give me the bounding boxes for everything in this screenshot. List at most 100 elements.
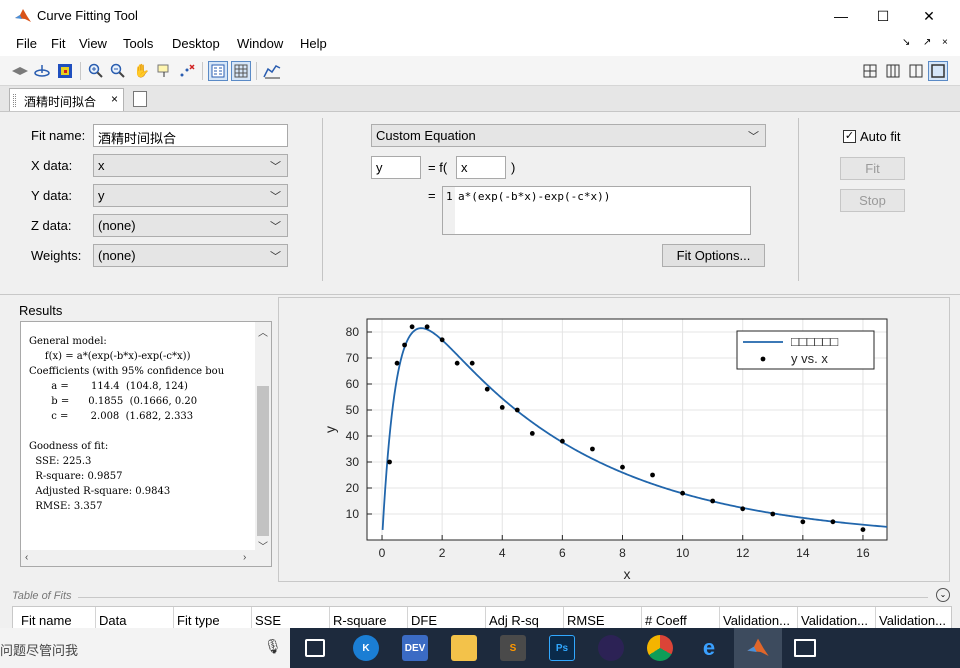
data-point [650, 472, 655, 478]
table-column-header[interactable]: R-square [333, 613, 386, 628]
y-tick-label: 80 [346, 325, 360, 339]
maximize-button[interactable]: ☐ [860, 0, 906, 32]
y-tick-label: 20 [346, 481, 360, 495]
chrome-icon[interactable] [647, 635, 673, 661]
fit-type-select[interactable]: Custom Equation ﹀ [371, 124, 766, 147]
scroll-up-icon[interactable]: ︿ [258, 324, 268, 339]
dock-icon[interactable]: ↗ [923, 37, 931, 48]
dependent-variable-input[interactable]: y [371, 156, 421, 179]
z-data-select[interactable]: (none) ﹀ [93, 214, 288, 237]
weights-select[interactable]: (none) ﹀ [93, 244, 288, 267]
color-map-icon[interactable] [55, 61, 75, 81]
tab-fit[interactable]: 酒精时间拟合 × [9, 88, 124, 111]
results-line: General model: [29, 336, 107, 347]
x-tick-label: 10 [676, 546, 690, 560]
table-column-header[interactable]: RMSE [567, 613, 605, 628]
x-axis-label: x [624, 566, 631, 581]
table-column-header[interactable]: Adj R-sq [489, 613, 539, 628]
cortana-icon[interactable]: K [353, 635, 379, 661]
menu-desktop[interactable]: Desktop [172, 36, 220, 51]
scroll-thumb[interactable] [257, 386, 269, 536]
data-point [710, 498, 716, 504]
auto-fit-checkbox[interactable]: ✓ [843, 130, 856, 143]
dev-cpp-icon[interactable]: DEV [402, 635, 428, 661]
matlab-logo-icon [15, 9, 31, 22]
results-line: Goodness of fit: [29, 441, 109, 452]
matlab-taskbar-icon[interactable] [745, 635, 771, 661]
photoshop-icon[interactable]: Ps [549, 635, 575, 661]
edge-icon[interactable]: e [696, 635, 722, 661]
stop-button[interactable]: Stop [840, 189, 905, 212]
menu-file[interactable]: File [16, 36, 37, 51]
microphone-icon[interactable]: 🎙 [264, 638, 282, 658]
y-tick-label: 50 [346, 403, 360, 417]
menu-fit[interactable]: Fit [51, 36, 65, 51]
table-column-header[interactable]: Validation... [723, 613, 790, 628]
rotate-3d-icon[interactable] [32, 61, 52, 81]
zoom-in-icon[interactable] [86, 61, 106, 81]
menu-window[interactable]: Window [237, 36, 283, 51]
new-fit-icon[interactable] [133, 91, 147, 107]
x-data-select[interactable]: x ﹀ [93, 154, 288, 177]
table-column-header[interactable]: Fit type [177, 613, 220, 628]
results-vertical-scrollbar[interactable]: ︿ ﹀ [255, 322, 271, 553]
legend-label: □□□□□□ [791, 334, 838, 349]
equation-editor[interactable]: 1 a*(exp(-b*x)-exp(-c*x)) [442, 186, 751, 235]
fit-options-button[interactable]: Fit Options... [662, 244, 765, 267]
layout-single-icon[interactable] [928, 61, 948, 81]
results-horizontal-scrollbar[interactable]: ‹ › [21, 550, 271, 566]
zoom-out-icon[interactable] [108, 61, 128, 81]
table-column-header[interactable]: # Coeff [645, 613, 687, 628]
results-line: R-square: 0.9857 [29, 471, 123, 482]
table-column-header[interactable]: Data [99, 613, 126, 628]
file-explorer-icon[interactable] [451, 635, 477, 661]
table-column-header[interactable]: DFE [411, 613, 437, 628]
table-column-header[interactable]: SSE [255, 613, 281, 628]
independent-variable-input[interactable]: x [456, 156, 506, 179]
x-tick-label: 14 [796, 546, 810, 560]
data-cursor-icon[interactable] [154, 61, 174, 81]
data-point [529, 431, 535, 436]
pan-hand-icon[interactable]: ✋ [132, 61, 152, 81]
residuals-icon[interactable] [262, 61, 282, 81]
fit-name-label: Fit name: [31, 128, 86, 143]
scroll-left-icon[interactable]: ‹ [25, 552, 28, 563]
table-column-header[interactable]: Validation... [801, 613, 868, 628]
menu-tools[interactable]: Tools [123, 36, 153, 51]
fit-plot[interactable]: 0 2 4 6 8 10 12 14 16 10 20 30 40 50 60 70 80 x y □□□□□□ y v… [279, 298, 949, 581]
close-window-button[interactable]: ✕ [906, 0, 952, 32]
move-icon[interactable] [10, 61, 30, 81]
grid-icon[interactable] [231, 61, 251, 81]
table-column-header[interactable]: Fit name [21, 613, 72, 628]
search-placeholder: 问题尽管问我 [0, 643, 79, 658]
eclipse-icon[interactable] [598, 635, 624, 661]
fit-name-input[interactable]: 酒精时间拟合 [93, 124, 288, 147]
data-point [469, 360, 475, 366]
close-figure-icon[interactable]: × [942, 37, 948, 48]
sublime-text-icon[interactable]: S [500, 635, 526, 661]
y-data-select[interactable]: y ﹀ [93, 184, 288, 207]
layout-quad-icon[interactable] [860, 61, 880, 81]
results-box[interactable]: General model: f(x) = a*(exp(-b*x)-exp(-… [20, 321, 272, 567]
menu-view[interactable]: View [79, 36, 107, 51]
results-heading: Results [19, 303, 63, 318]
collapse-icon[interactable]: ⌄ [936, 588, 950, 602]
menu-help[interactable]: Help [300, 36, 327, 51]
photos-icon[interactable] [794, 639, 816, 657]
layout-columns-icon[interactable] [883, 61, 903, 81]
minimize-button[interactable]: — [818, 0, 864, 32]
task-view-icon[interactable] [305, 639, 325, 657]
fit-button[interactable]: Fit [840, 157, 905, 180]
fit-tab-strip: 酒精时间拟合 × [0, 86, 960, 112]
layout-split-icon[interactable] [906, 61, 926, 81]
results-panel: Results General model: f(x) = a*(exp(-b*… [8, 297, 273, 582]
weights-label: Weights: [31, 248, 82, 263]
undock-icon[interactable]: ↘ [902, 37, 910, 48]
legend-icon[interactable] [208, 61, 228, 81]
taskbar-search[interactable]: 问题尽管问我 🎙 [0, 628, 290, 668]
data-point [770, 511, 776, 517]
scroll-right-icon[interactable]: › [243, 552, 246, 563]
exclude-outliers-icon[interactable] [177, 61, 197, 81]
tab-close-icon[interactable]: × [111, 92, 118, 106]
table-column-header[interactable]: Validation... [879, 613, 946, 628]
